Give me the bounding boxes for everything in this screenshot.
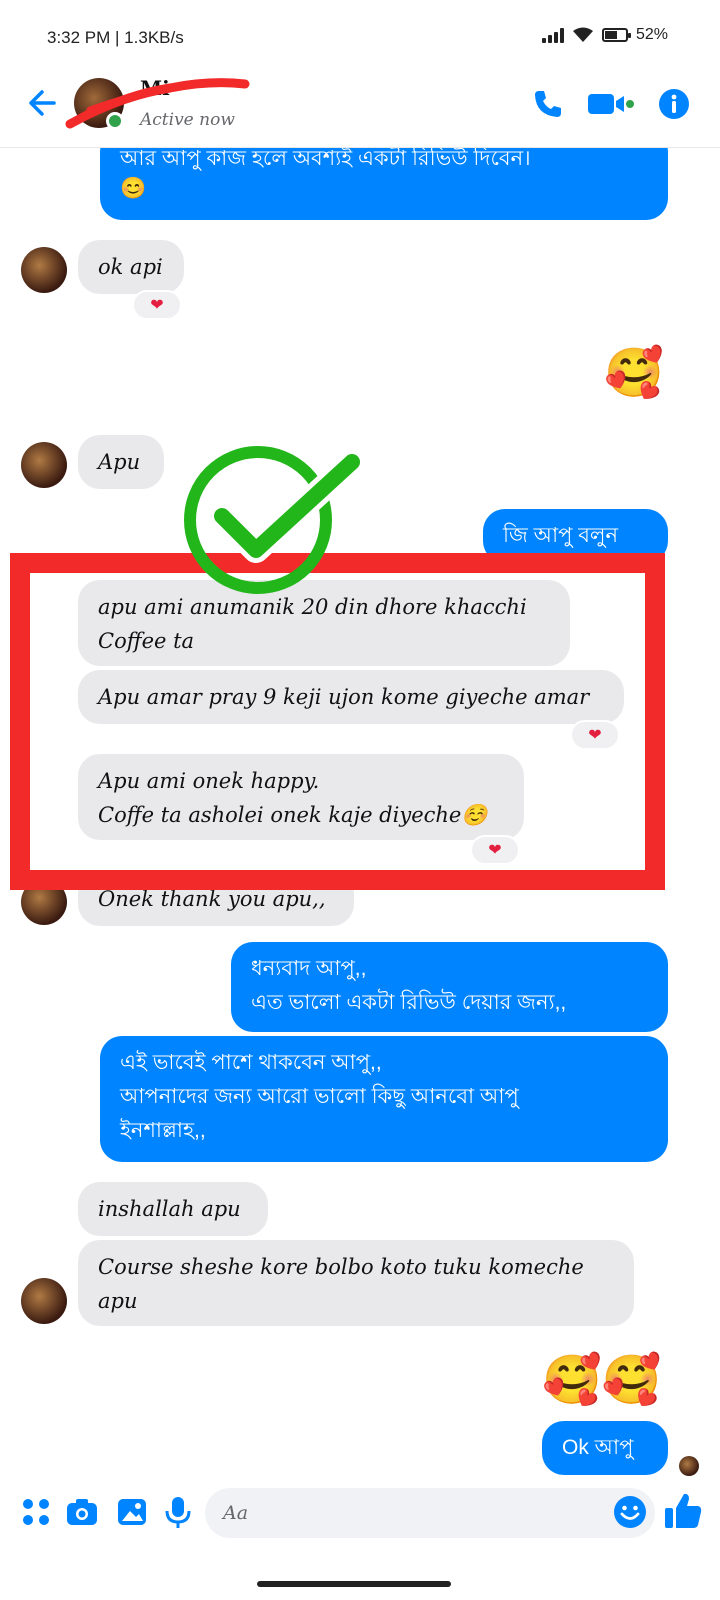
sender-avatar[interactable]	[21, 1278, 67, 1324]
message-bubble-outgoing[interactable]: Ok আপু	[542, 1421, 668, 1475]
info-icon[interactable]	[658, 88, 690, 120]
signal-icon	[541, 27, 564, 43]
message-input[interactable]: Aa	[205, 1488, 655, 1538]
gallery-icon[interactable]	[114, 1494, 150, 1530]
battery-icon	[601, 28, 631, 42]
thumbs-up-icon[interactable]	[662, 1490, 704, 1532]
emoji-message[interactable]: 🥰🥰	[542, 1350, 662, 1410]
status-time: 3:32 PM | 1.3KB/s	[47, 28, 184, 47]
emoji-message[interactable]: 🥰	[604, 343, 664, 403]
sender-avatar[interactable]	[21, 247, 67, 293]
message-bubble-incoming[interactable]: Onek thank you apu,,	[78, 872, 354, 926]
seen-avatar	[679, 1456, 699, 1476]
back-arrow-icon[interactable]	[26, 86, 60, 120]
green-check-icon	[184, 446, 365, 594]
status-right: 52%	[541, 26, 668, 44]
battery-level: 52%	[635, 26, 668, 43]
status-bar: 3:32 PM | 1.3KB/s 52%	[0, 0, 720, 64]
message-bubble-incoming[interactable]: Apu amar pray 9 keji ujon kome giyeche a…	[78, 670, 624, 724]
message-bubble-incoming[interactable]: apu ami anumanik 20 din dhore khacchi Co…	[78, 580, 570, 666]
home-indicator[interactable]	[257, 1581, 451, 1587]
message-bubble-incoming[interactable]: Apu ami onek happy. Coffe ta asholei one…	[78, 754, 524, 840]
sender-avatar[interactable]	[21, 442, 67, 488]
heart-reaction[interactable]: ❤	[470, 835, 520, 865]
microphone-icon[interactable]	[160, 1494, 196, 1530]
sender-avatar[interactable]	[21, 879, 67, 925]
heart-reaction[interactable]: ❤	[570, 720, 620, 750]
message-bubble-incoming[interactable]: inshallah apu	[78, 1182, 268, 1236]
contact-name[interactable]: Mi	[140, 76, 170, 100]
camera-icon[interactable]	[64, 1494, 100, 1530]
header-actions	[532, 88, 690, 120]
active-status: Active now	[140, 110, 235, 130]
menu-dots-icon[interactable]	[18, 1494, 54, 1530]
smiley-icon[interactable]	[613, 1495, 647, 1529]
message-bubble-outgoing[interactable]: জি আপু বলুন	[483, 509, 668, 563]
phone-icon[interactable]	[532, 88, 564, 120]
message-bubble-outgoing[interactable]: এই ভাবেই পাশে থাকবেন আপু,, আপনাদের জন্য …	[100, 1036, 668, 1162]
chat-header: Mi Active now	[0, 64, 720, 148]
message-composer: Aa	[0, 1478, 720, 1548]
message-bubble-outgoing[interactable]: ধন্যবাদ আপু,, এত ভালো একটা রিভিউ দেয়ার …	[231, 942, 668, 1032]
message-bubble-incoming[interactable]: ok api	[78, 240, 184, 294]
video-call-icon[interactable]	[588, 91, 634, 117]
heart-reaction[interactable]: ❤	[132, 290, 182, 320]
online-indicator	[106, 112, 124, 130]
message-bubble-incoming[interactable]: Apu	[78, 435, 164, 489]
wifi-icon	[572, 27, 593, 42]
message-bubble-incoming[interactable]: Course sheshe kore bolbo koto tuku komec…	[78, 1240, 634, 1326]
